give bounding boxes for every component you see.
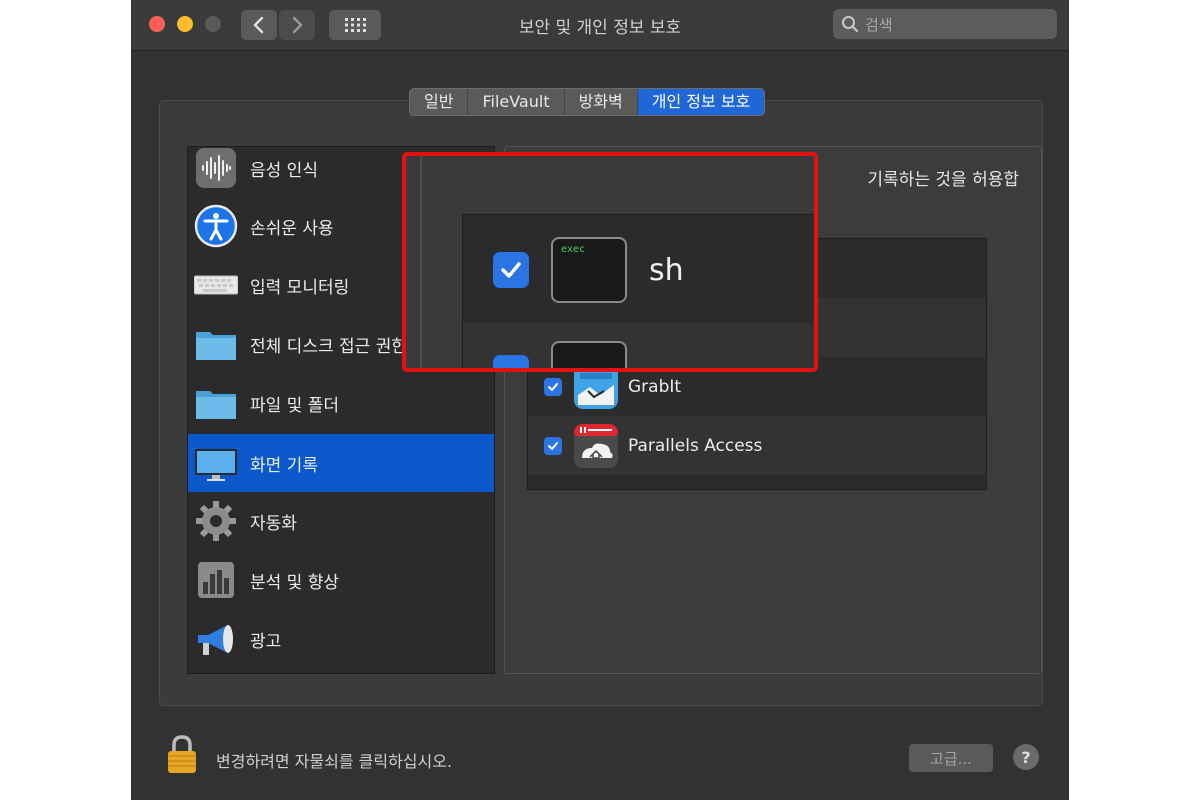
preferences-window: 보안 및 개인 정보 보호 검색 일반 FileVault 방화벽 개인 정보 …	[131, 0, 1069, 800]
search-placeholder: 검색	[865, 15, 893, 34]
sidebar-item-label: 화면 기록	[250, 455, 318, 476]
tab-bar: 일반 FileVault 방화벽 개인 정보 보호	[409, 88, 766, 116]
keyboard-icon	[193, 263, 239, 307]
tab-firewall[interactable]: 방화벽	[565, 89, 638, 115]
terminal-icon	[551, 341, 627, 368]
zoomed-list-item[interactable]	[463, 323, 814, 368]
accessibility-icon	[194, 204, 238, 248]
search-icon	[842, 16, 859, 33]
checkmark-icon	[501, 262, 521, 278]
lock-icon	[168, 735, 196, 773]
list-item[interactable]: Parallels Access	[528, 416, 986, 475]
sidebar-item-label: 파일 및 폴더	[250, 395, 340, 416]
zoomed-app-list: exec sh	[462, 214, 814, 368]
waveform-icon	[194, 147, 238, 190]
lock-button[interactable]	[165, 734, 199, 774]
terminal-icon: exec	[551, 237, 627, 303]
folder-icon	[194, 322, 238, 366]
lock-hint-text: 변경하려면 자물쇠를 클릭하십시오.	[216, 752, 453, 771]
terminal-exec-label: exec	[561, 244, 586, 255]
divider	[420, 156, 422, 368]
sidebar-item-files-and-folders[interactable]: 파일 및 폴더	[188, 374, 494, 432]
zoomed-app-name: sh	[649, 252, 684, 288]
sidebar-item-analytics[interactable]: 분석 및 향상	[188, 551, 494, 609]
sidebar-item-screen-recording[interactable]: 화면 기록	[188, 434, 494, 492]
megaphone-icon	[194, 617, 238, 661]
app-checkbox[interactable]	[544, 436, 562, 455]
zoomed-checkbox[interactable]	[493, 355, 529, 368]
sidebar-item-label: 손쉬운 사용	[250, 218, 334, 239]
zoom-callout: exec sh	[402, 152, 818, 372]
zoomed-list-item[interactable]: exec sh	[463, 215, 814, 325]
parallels-icon	[574, 423, 618, 468]
sidebar-item-advertising[interactable]: 광고	[188, 610, 494, 668]
app-checkbox[interactable]	[544, 377, 562, 396]
tab-filevault[interactable]: FileVault	[468, 89, 565, 115]
chart-icon	[194, 558, 238, 602]
checkmark-icon	[548, 441, 558, 450]
help-button[interactable]: ?	[1013, 744, 1039, 770]
advanced-button[interactable]: 고급...	[909, 744, 993, 772]
title-bar: 보안 및 개인 정보 보호 검색	[131, 0, 1069, 51]
gear-icon	[194, 499, 238, 543]
sidebar-item-label: 분석 및 향상	[250, 572, 340, 593]
folder-icon	[194, 381, 238, 425]
checkmark-icon	[548, 382, 558, 391]
sidebar-item-label: 광고	[250, 631, 282, 652]
sidebar-item-automation[interactable]: 자동화	[188, 492, 494, 550]
sidebar-item-label: 자동화	[250, 513, 297, 534]
sidebar-item-label: 입력 모니터링	[250, 277, 350, 298]
tab-general[interactable]: 일반	[410, 89, 469, 115]
sidebar-item-label: 전체 디스크 접근 권한	[250, 336, 407, 357]
zoomed-checkbox[interactable]	[493, 252, 529, 288]
app-name: GrabIt	[628, 376, 682, 397]
app-name: Parallels Access	[628, 435, 763, 456]
search-field[interactable]: 검색	[833, 9, 1057, 39]
display-icon	[194, 441, 238, 485]
tab-privacy[interactable]: 개인 정보 보호	[637, 89, 765, 115]
sidebar-item-label: 음성 인식	[250, 160, 318, 181]
